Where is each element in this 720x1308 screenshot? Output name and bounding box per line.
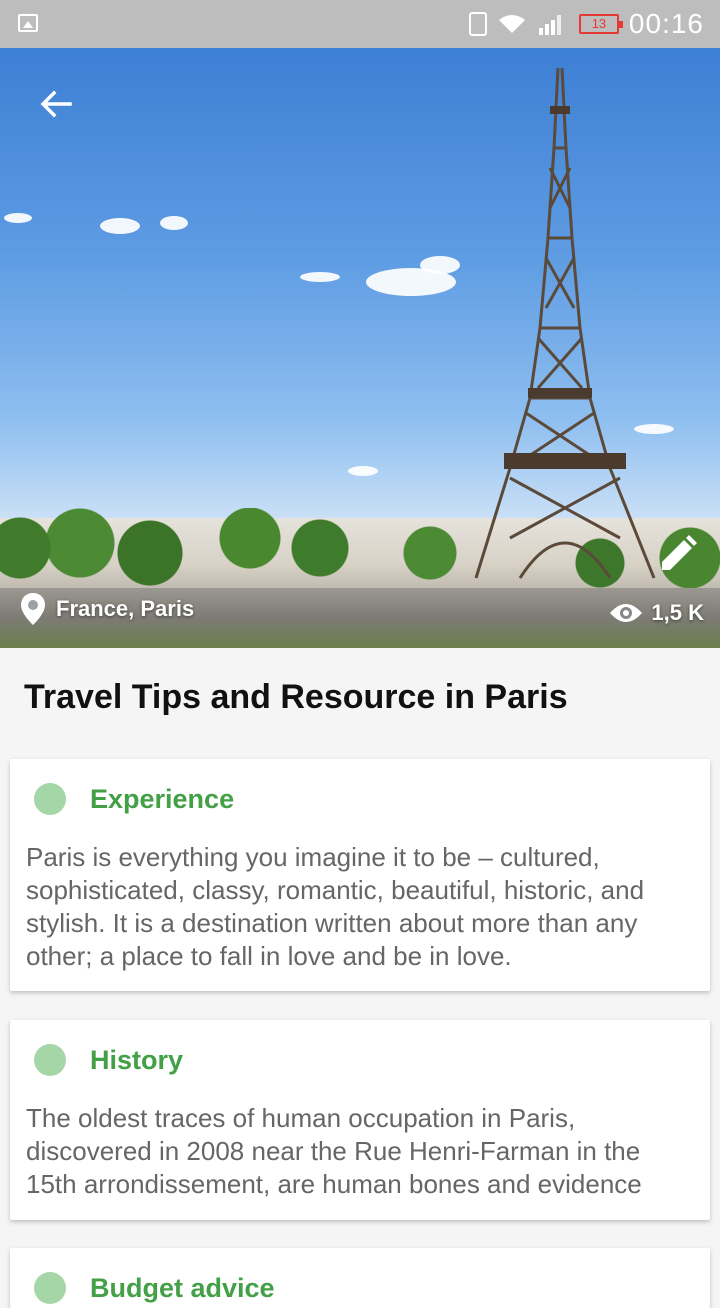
card-body: The oldest traces of human occupation in… — [26, 1103, 642, 1199]
location-pin-icon — [21, 593, 45, 625]
cloud — [160, 216, 188, 230]
bullet-dot-icon — [34, 1272, 66, 1304]
card-header: Budget advice — [34, 1272, 275, 1304]
page-title: Travel Tips and Resource in Paris — [24, 678, 568, 716]
card-budget-advice[interactable]: Budget advice — [10, 1248, 710, 1308]
cloud — [348, 466, 378, 476]
location-label: France, Paris — [56, 596, 195, 621]
card-experience[interactable]: Experience Paris is everything you imagi… — [10, 759, 710, 991]
card-title: Experience — [90, 783, 235, 814]
card-title: History — [90, 1044, 184, 1075]
card-header: History — [34, 1044, 183, 1076]
back-arrow-icon[interactable] — [36, 84, 76, 124]
bullet-dot-icon — [34, 783, 66, 815]
status-icons: 13 00:16 — [468, 8, 704, 40]
battery-icon: 13 — [578, 14, 623, 34]
signal-icon — [538, 15, 561, 35]
cloud — [300, 272, 340, 282]
views-label: 1,5 K — [651, 600, 704, 625]
content: Travel Tips and Resource in Paris Experi… — [0, 648, 720, 1308]
card-history[interactable]: History The oldest traces of human occup… — [10, 1020, 710, 1220]
card-body: Paris is everything you imagine it to be… — [26, 842, 645, 971]
location: France, Paris — [20, 592, 194, 626]
bullet-dot-icon — [34, 1044, 66, 1076]
card-header: Experience — [34, 783, 234, 815]
hero-image: France, Paris 1,5 K — [0, 48, 720, 648]
status-bar: 13 00:16 — [0, 0, 720, 48]
view-count: 1,5 K — [609, 600, 704, 626]
vibrate-icon — [468, 12, 487, 36]
card-title: Budget advice — [90, 1272, 275, 1303]
image-notification-icon — [18, 14, 38, 32]
wifi-icon — [498, 15, 525, 33]
cloud — [100, 218, 140, 234]
eiffel-tower — [474, 68, 656, 579]
edit-pencil-icon[interactable] — [658, 534, 698, 574]
eye-icon — [610, 604, 643, 622]
clock: 00:16 — [628, 8, 704, 39]
cloud — [420, 256, 460, 274]
cloud — [4, 213, 32, 223]
